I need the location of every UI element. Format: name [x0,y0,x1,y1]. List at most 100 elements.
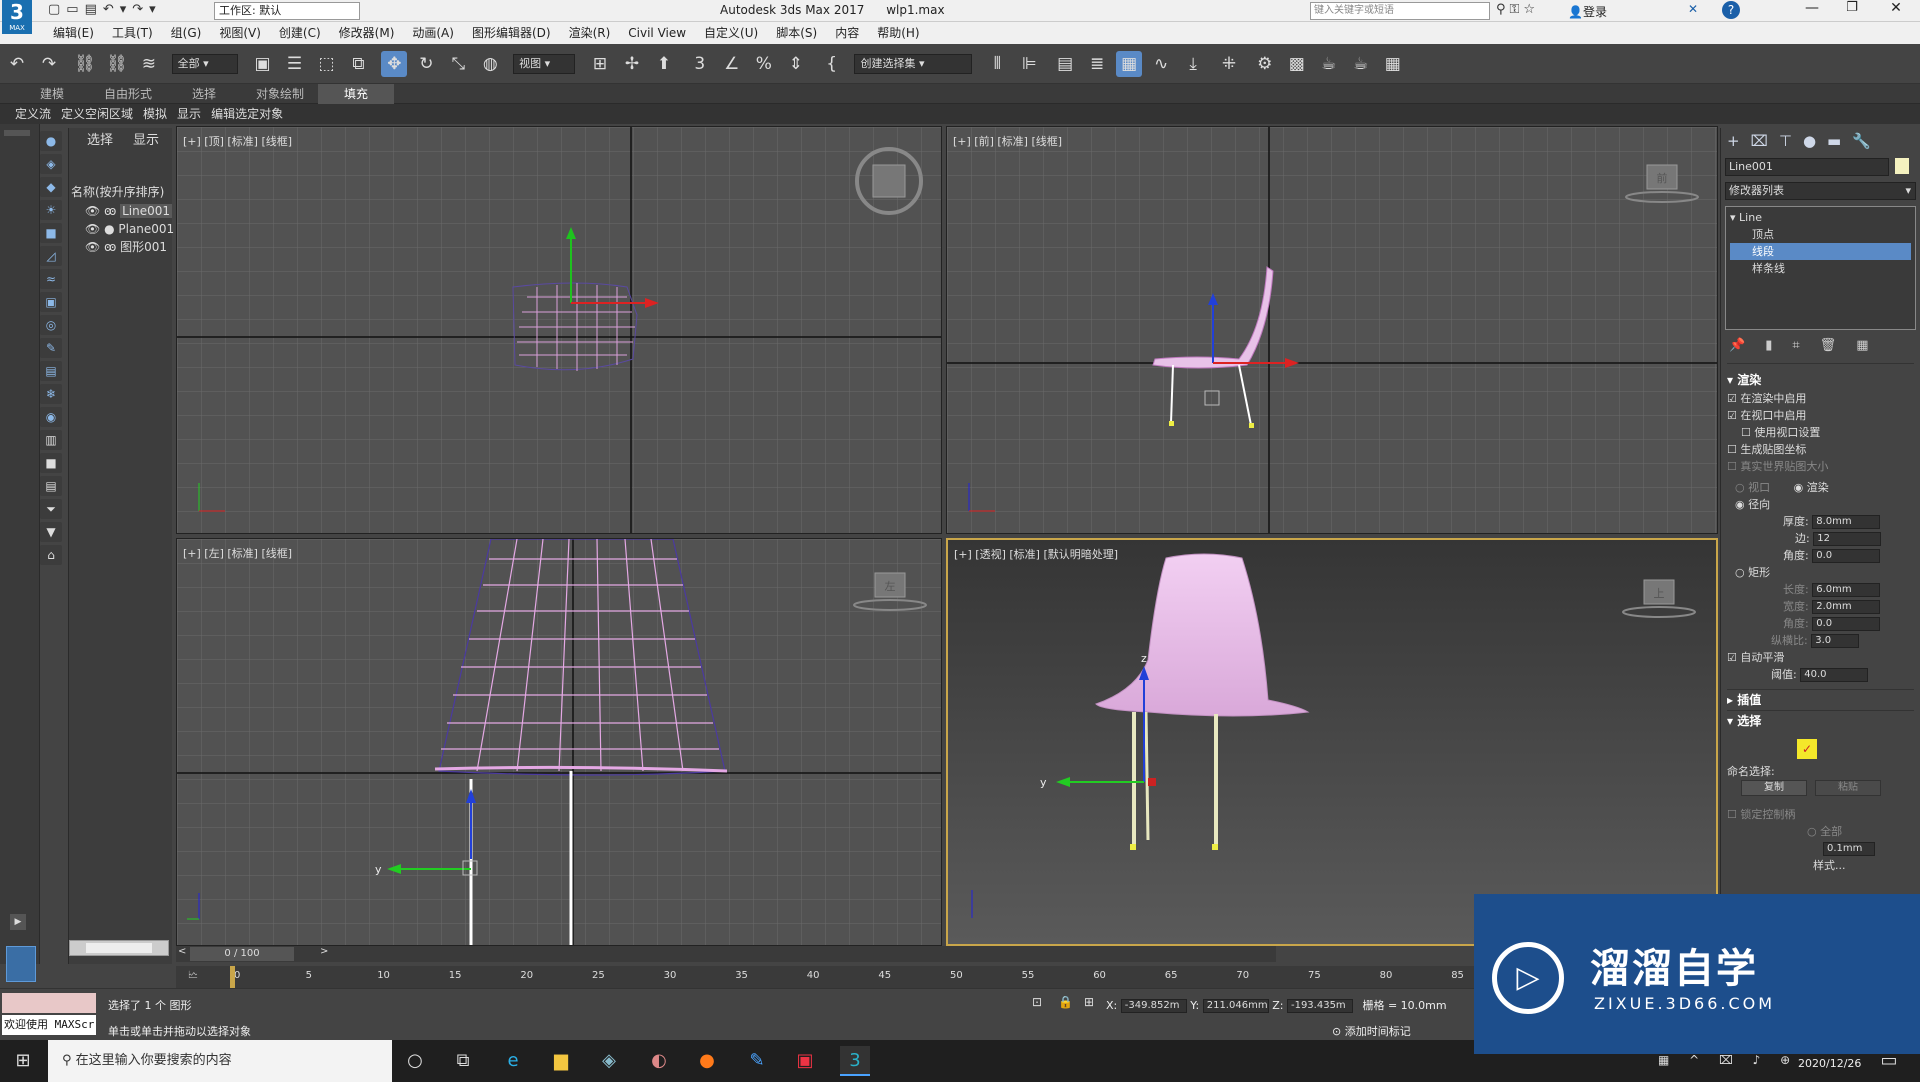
schematic-view-icon[interactable]: ⤓ [1180,51,1206,77]
radio-rectangular[interactable]: ○ 矩形 [1727,564,1914,581]
style-button[interactable]: 样式... [1727,857,1914,874]
stack-item-segment[interactable]: 线段 [1730,243,1911,260]
object-color-swatch[interactable] [1895,158,1909,174]
display-frozen-icon[interactable]: ❄ [40,384,62,404]
radio-render[interactable]: ◉ 渲染 [1794,481,1829,494]
stack-item-spline[interactable]: 样条线 [1730,260,1911,277]
firefox-icon[interactable]: ● [692,1046,722,1076]
select-manipulate-icon[interactable]: ✢ [619,51,645,77]
check-real-world[interactable]: ☐ 真实世界贴图大小 [1727,458,1914,475]
menu-item[interactable]: 自定义(U) [695,22,767,44]
app-icon-2[interactable]: ◐ [644,1046,674,1076]
scene-tab-select[interactable]: 选择 [77,128,123,154]
track-bar[interactable]: 🗠 0 5 10 15 20 25 30 35 40 45 50 55 60 65 70 75 80 85 [176,966,1476,988]
suitcase-icon[interactable]: ⌂ [40,545,62,565]
app-icon-3[interactable]: ▣ [790,1046,820,1076]
workspace-dropdown[interactable]: 工作区: 默认 [214,2,360,20]
move-icon[interactable]: ✥ [381,51,408,77]
angle2-spinner[interactable]: 0.0 [1812,617,1881,631]
display-spacewarps-icon[interactable]: ≈ [40,269,62,289]
viewport-front[interactable]: [+] [前] [标准] [线框] 前 [946,126,1718,534]
viewport-perspective[interactable]: [+] [透视] [标准] [默认明暗处理] z y 上 [946,538,1718,946]
ribbon-tab[interactable]: 选择 [166,84,242,104]
menu-item[interactable]: 动画(A) [403,22,463,44]
utilities-tab-icon[interactable]: 🔧 [1852,132,1882,150]
lock-selection-icon[interactable]: 🔒 [1058,995,1073,1009]
menu-item[interactable]: Civil View [619,22,695,44]
minimize-button[interactable]: — [1792,0,1832,16]
edge-icon[interactable]: e [498,1046,528,1076]
snap-toggle-icon[interactable]: 3 [687,51,713,77]
y-coord-field[interactable]: 211.046mm [1202,999,1269,1013]
display-tab-icon[interactable]: ▬ [1827,132,1852,150]
eye-icon[interactable]: 👁 [85,222,100,236]
windows-start-icon[interactable]: ⊞ [8,1046,38,1076]
stack-item-vertex[interactable]: 顶点 [1730,226,1911,243]
display-containers-icon[interactable]: ▤ [40,361,62,381]
thickness-spinner[interactable]: 8.0mm [1812,515,1881,529]
maximize-button[interactable]: ❐ [1832,0,1872,15]
curve-editor-icon[interactable]: ∿ [1148,51,1174,77]
edit-named-sets-icon[interactable]: { [819,51,845,77]
absolute-mode-icon[interactable]: ⊞ [1084,995,1094,1009]
viewport-layout-icon[interactable] [6,946,36,982]
display-groups-icon[interactable]: ▣ [40,292,62,312]
show-end-result-icon[interactable]: ▮ [1765,338,1792,353]
material-editor-icon[interactable]: ⁜ [1216,51,1242,77]
display-all-icon[interactable]: ● [40,131,62,151]
slider-prev-icon[interactable]: < [178,946,186,957]
maxscript-welcome[interactable]: 欢迎使用 MAXScr [2,1015,96,1035]
viewport-label[interactable]: [+] [前] [标准] [线框] [953,133,1062,149]
create-tab-icon[interactable]: + [1727,132,1751,150]
task-view-icon[interactable]: ⧉ [448,1046,478,1076]
width-spinner[interactable]: 2.0mm [1812,600,1881,614]
rollout-interpolation[interactable]: ▸ 插值 [1727,689,1914,710]
ribbon-subtab[interactable]: 定义空闲区域 [56,104,138,124]
time-slider[interactable]: < 0 / 100 > [176,946,1276,962]
remove-modifier-icon[interactable]: 🗑 [1820,338,1857,353]
funnel-icon[interactable]: ▼ [40,522,62,542]
3dsmax-taskbar-icon[interactable]: 3 [840,1046,870,1076]
radio-all[interactable]: ○ 全部 [1727,823,1914,840]
place-icon[interactable]: ◍ [477,51,503,77]
file-explorer-icon[interactable]: ▆ [546,1046,576,1076]
select-children-icon[interactable]: ■ [40,453,62,473]
sides-spinner[interactable]: 12 [1813,532,1882,546]
area-spinner[interactable]: 0.1mm [1823,842,1875,856]
check-use-viewport-settings[interactable]: ☐ 使用视口设置 [1727,424,1914,441]
link-icon[interactable]: ⛓ [72,51,98,77]
ribbon-tab[interactable]: 对象绘制 [242,84,318,104]
pivot-icon[interactable]: ⊞ [587,51,613,77]
hierarchy-tab-icon[interactable]: ⊤ [1779,132,1803,150]
threshold-spinner[interactable]: 40.0 [1800,668,1869,682]
eye-icon[interactable]: 👁 [85,240,100,254]
spinner-snap-icon[interactable]: ⇕ [783,51,809,77]
check-render-enable[interactable]: ☑ 在渲染中启用 [1727,390,1914,407]
scene-item[interactable]: 👁 ● Plane001 [85,220,174,238]
check-lock-handles[interactable]: ☐ 锁定控制柄 [1727,806,1914,823]
search-tools-icons[interactable]: ⚲⚿☆ [1496,2,1539,17]
ribbon-subtab[interactable]: 模拟 [138,104,172,124]
ribbon-subtab[interactable]: 显示 [172,104,206,124]
undo-icon[interactable]: ↶ [4,51,30,77]
ribbon-toggle-icon[interactable]: ▦ [1116,51,1143,77]
scene-hscrollbar[interactable] [69,940,169,956]
paste-button[interactable]: 粘贴 [1815,780,1881,796]
configure-sets-icon[interactable]: ▦ [1856,338,1888,353]
scene-item[interactable]: 👁 ꙭ Line001 [85,202,173,220]
ribbon-tab[interactable]: 自由形式 [90,84,166,104]
rotate-icon[interactable]: ↻ [413,51,439,77]
rendered-frame-icon[interactable]: ▩ [1284,51,1310,77]
window-crossing-icon[interactable]: ⧉ [345,51,371,77]
display-lights-icon[interactable]: ☀ [40,200,62,220]
command-panel-tabs[interactable]: +⌧⊤●▬🔧 [1721,128,1920,154]
time-slider-thumb[interactable]: 0 / 100 [190,947,294,961]
app-logo[interactable]: 3 MAX [2,0,32,34]
login-button[interactable]: 👤登录 [1568,3,1607,20]
viewport-label[interactable]: [+] [透视] [标准] [默认明暗处理] [954,546,1118,562]
layer-explorer-icon[interactable]: ≣ [1084,51,1110,77]
filter-icon[interactable]: ⏷ [40,499,62,519]
check-auto-smooth[interactable]: ☑ 自动平滑 [1727,649,1914,666]
display-hidden-icon[interactable]: ◉ [40,407,62,427]
stack-tools[interactable]: 📌▮⌗🗑▦ [1729,338,1912,353]
